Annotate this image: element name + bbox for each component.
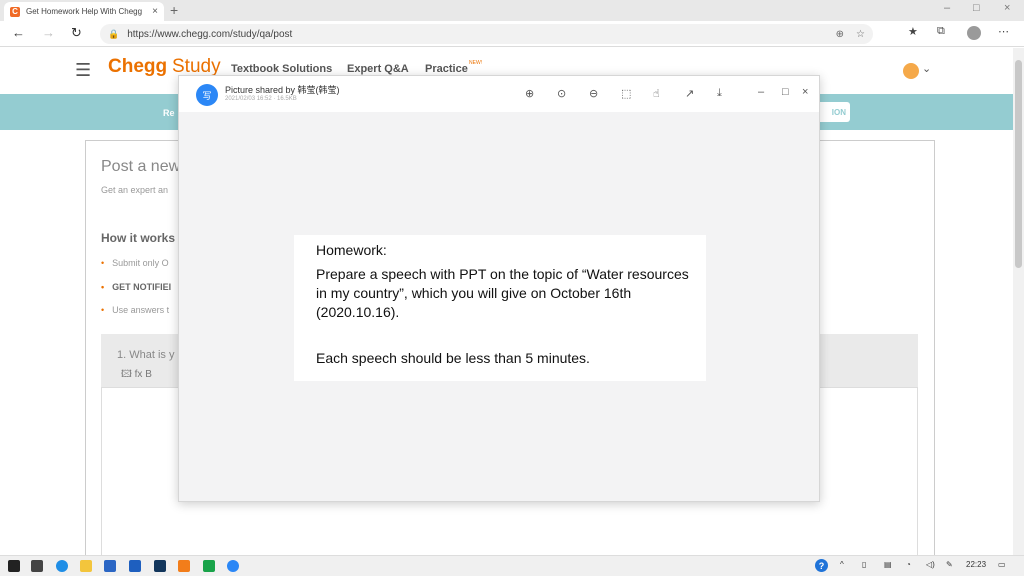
ask-question-label: ION xyxy=(831,107,846,117)
browser-tab[interactable]: C Get Homework Help With Chegg × xyxy=(4,2,164,21)
extensions-icon[interactable]: ⧉ xyxy=(937,25,945,38)
app-icon: 写 xyxy=(196,84,218,106)
nav-expert-qa[interactable]: Expert Q&A xyxy=(347,63,409,75)
question-label: 1. What is y xyxy=(117,349,175,361)
dropbox-icon[interactable] xyxy=(129,560,141,572)
post-title: Post a new xyxy=(101,158,181,175)
url-text[interactable]: https://www.chegg.com/study/qa/post xyxy=(127,29,292,40)
actual-size-icon[interactable]: ⊙ xyxy=(557,87,566,100)
new-tab-button[interactable]: + xyxy=(170,2,178,18)
wechat-icon[interactable] xyxy=(203,560,215,572)
help-icon[interactable]: ? xyxy=(815,559,828,572)
volume-icon[interactable]: ◁) xyxy=(926,560,935,569)
post-subtitle: Get an expert an xyxy=(101,185,169,195)
list-item: • GET NOTIFIEI xyxy=(101,282,172,292)
homework-note: Each speech should be less than 5 minute… xyxy=(316,350,590,366)
how-it-works-heading: How it works xyxy=(101,231,176,245)
chevron-up-icon[interactable]: ^ xyxy=(840,560,844,569)
window-minimize-button[interactable]: – xyxy=(944,2,950,14)
viewer-minimize-button[interactable]: – xyxy=(758,86,764,98)
browser-toolbar: ← → ↻ 🔒 https://www.chegg.com/study/qa/p… xyxy=(0,21,1024,47)
forward-icon[interactable]: → xyxy=(42,25,55,41)
viewer-title: Picture shared by 韩莹(韩莹) xyxy=(225,85,340,95)
share-icon[interactable]: ↗ xyxy=(685,87,694,100)
back-icon[interactable]: ← xyxy=(12,25,25,41)
shared-picture: Homework: Prepare a speech with PPT on t… xyxy=(294,235,706,381)
pen-icon[interactable]: ✎ xyxy=(946,560,953,569)
tab-close-icon[interactable]: × xyxy=(152,6,158,17)
viewer-header: 写 Picture shared by 韩莹(韩莹) 2021/02/03 16… xyxy=(179,76,819,112)
zoom-in-icon[interactable]: ⊕ xyxy=(525,87,534,100)
window-close-button[interactable]: × xyxy=(1004,2,1010,14)
bullet-text: Use answers t xyxy=(112,305,170,315)
zoom-icon[interactable]: ⊕ xyxy=(836,29,844,40)
list-item: • Use answers t xyxy=(101,305,170,315)
browser-tabstrip: C Get Homework Help With Chegg × + – □ × xyxy=(0,0,1024,21)
viewer-maximize-button[interactable]: □ xyxy=(782,86,789,98)
new-badge: NEW! xyxy=(469,60,483,66)
battery-icon[interactable]: ▯ xyxy=(862,560,866,569)
file-explorer-icon[interactable] xyxy=(80,560,92,572)
editor-toolbar[interactable]: 🖾 fx B xyxy=(121,367,152,384)
hand-icon[interactable]: ☝ xyxy=(653,87,660,100)
chegg-favicon-icon: C xyxy=(10,6,20,17)
start-icon[interactable] xyxy=(8,560,20,572)
qq-icon[interactable] xyxy=(227,560,239,572)
bullet-text: GET NOTIFIEI xyxy=(112,282,172,292)
rotate-icon[interactable]: ⬚ xyxy=(621,87,631,100)
zoom-out-icon[interactable]: ⊖ xyxy=(589,87,598,100)
mail-icon[interactable] xyxy=(104,560,116,572)
windows-taskbar: ? ^ ▯ ▤ ◔ ◁) ✎ 22:23 ▭ xyxy=(0,555,1024,576)
app-icon[interactable] xyxy=(154,560,166,572)
task-view-icon[interactable] xyxy=(31,560,43,572)
address-bar[interactable]: 🔒 https://www.chegg.com/study/qa/post ⊕ … xyxy=(100,24,873,44)
download-icon[interactable]: ⤓ xyxy=(717,87,722,100)
network-icon[interactable]: ▤ xyxy=(884,560,892,569)
user-avatar[interactable] xyxy=(903,63,919,79)
homework-text: Prepare a speech with PPT on the topic o… xyxy=(316,266,689,320)
page-scrollbar-thumb[interactable] xyxy=(1015,60,1022,268)
window-maximize-button[interactable]: □ xyxy=(973,2,980,14)
favorite-icon[interactable]: ☆ xyxy=(856,29,865,40)
nav-textbook-solutions[interactable]: Textbook Solutions xyxy=(231,63,332,75)
viewer-meta: 2021/02/03 16:52 · 16.5KB xyxy=(225,96,297,102)
profile-avatar[interactable] xyxy=(967,26,981,40)
chegg-logo[interactable]: Chegg xyxy=(108,56,167,78)
wifi-icon[interactable]: ◔ xyxy=(906,560,911,569)
clock-text[interactable]: 22:23 xyxy=(966,560,986,569)
collections-icon[interactable]: ★ xyxy=(908,25,918,38)
browser-menu-icon[interactable]: ⋯ xyxy=(998,25,1009,38)
tab-title: Get Homework Help With Chegg xyxy=(26,7,143,16)
chevron-down-icon[interactable]: ⌄ xyxy=(922,62,931,75)
subnav-left-link[interactable]: Re xyxy=(163,108,175,118)
homework-heading: Homework: xyxy=(316,242,387,258)
lock-icon: 🔒 xyxy=(108,28,120,39)
notification-icon[interactable]: ▭ xyxy=(998,560,1006,569)
viewer-close-button[interactable]: × xyxy=(802,86,808,98)
reload-icon[interactable]: ↻ xyxy=(71,25,82,41)
app-icon[interactable] xyxy=(178,560,190,572)
edge-icon[interactable] xyxy=(56,560,68,572)
picture-viewer-window: 写 Picture shared by 韩莹(韩莹) 2021/02/03 16… xyxy=(178,75,820,502)
bullet-text: Submit only O xyxy=(112,258,169,268)
list-item: • Submit only O xyxy=(101,258,169,268)
nav-practice[interactable]: Practice xyxy=(425,63,468,75)
hamburger-menu-icon[interactable]: ☰ xyxy=(75,60,91,81)
